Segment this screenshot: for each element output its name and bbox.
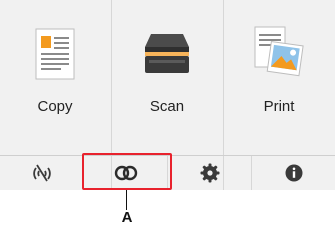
callout-label: A — [121, 209, 133, 226]
print-photo-icon — [254, 26, 304, 77]
copy-label: Copy — [37, 98, 73, 115]
wireless-button[interactable] — [0, 156, 83, 190]
divider — [251, 156, 252, 190]
scan-tile[interactable]: Scan — [112, 0, 222, 155]
copy-tile[interactable]: Copy — [0, 0, 110, 155]
scanner-icon — [145, 34, 189, 73]
callout-pointer — [126, 190, 127, 210]
wireless-off-icon — [32, 164, 51, 182]
scan-label: Scan — [149, 98, 185, 115]
gear-icon — [200, 163, 219, 183]
link-button-highlight — [82, 153, 172, 190]
print-label: Print — [263, 98, 295, 115]
home-screen-panel: Copy Scan Print — [0, 0, 335, 190]
info-button[interactable] — [252, 156, 335, 190]
copy-icon — [35, 28, 75, 80]
settings-button[interactable] — [168, 156, 251, 190]
print-tile[interactable]: Print — [224, 0, 334, 155]
info-icon — [285, 164, 302, 182]
